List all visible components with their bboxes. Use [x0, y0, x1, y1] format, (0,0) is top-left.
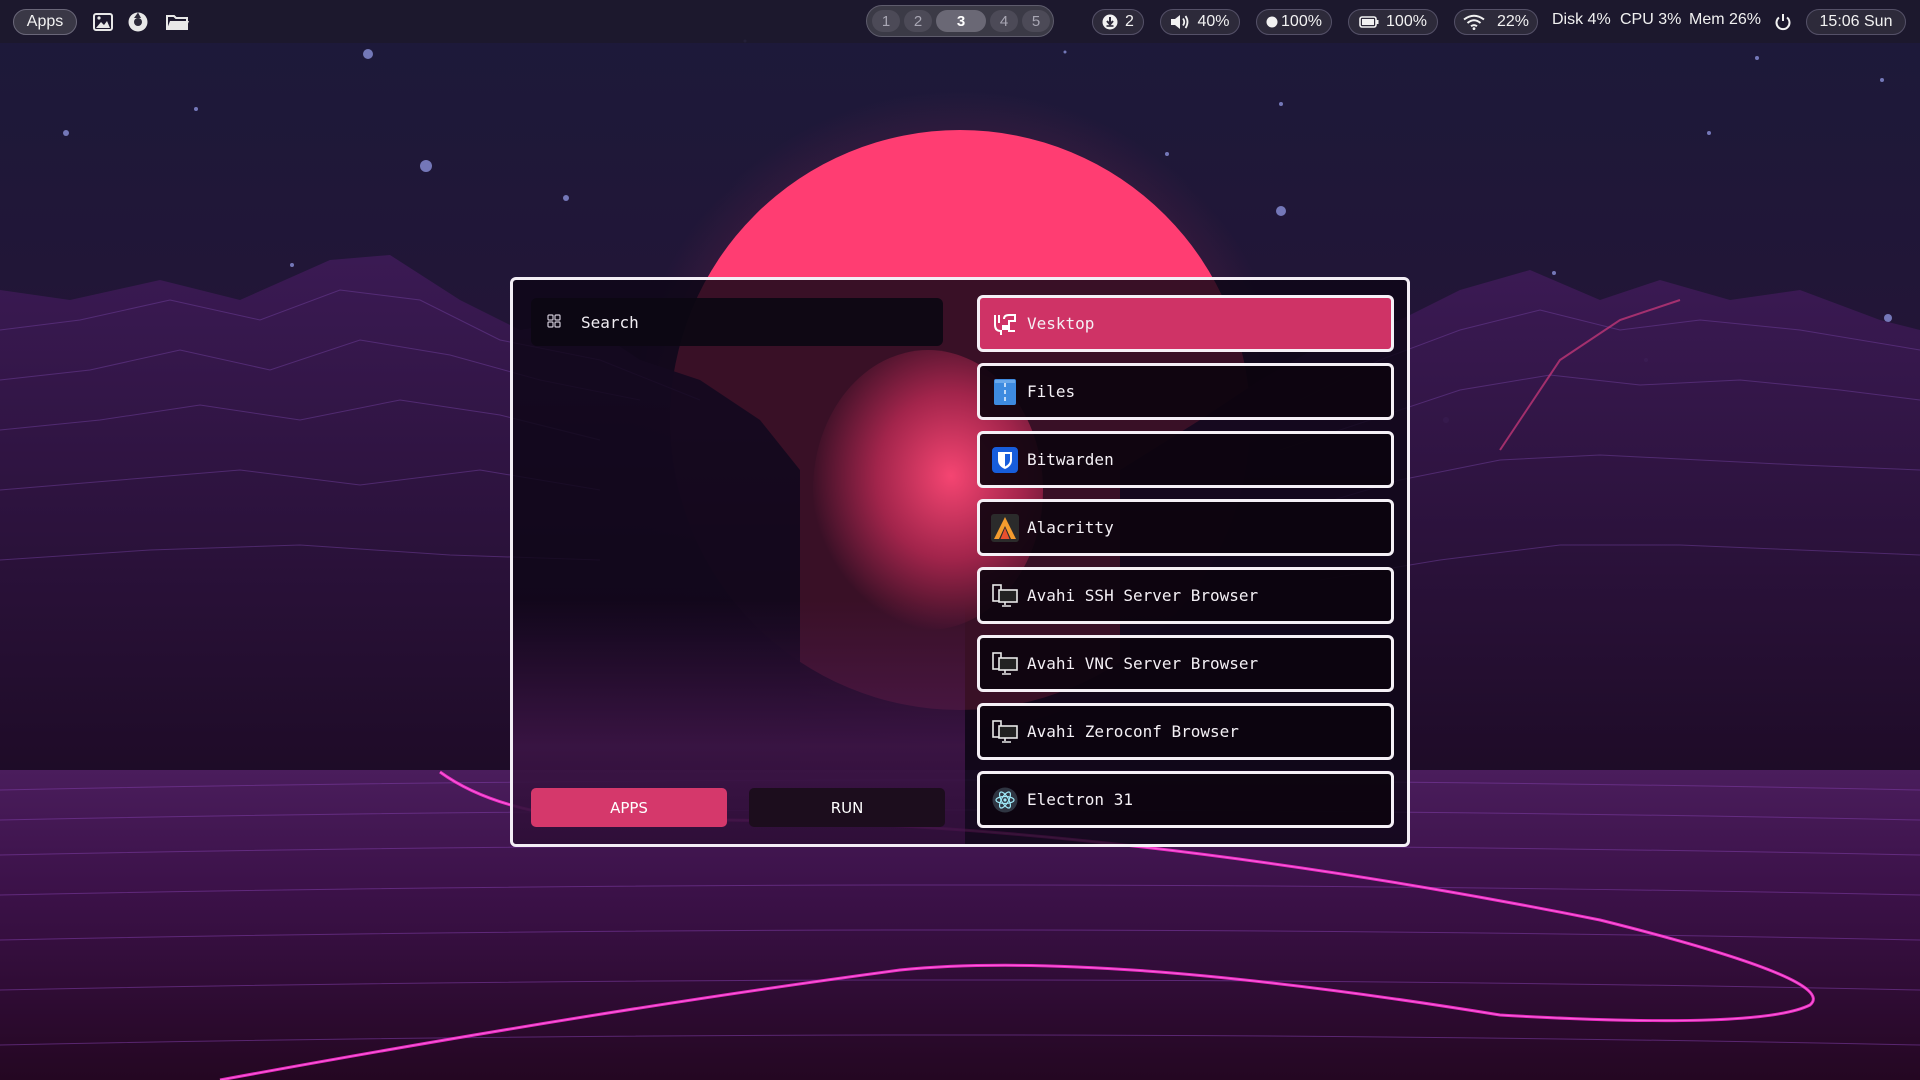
electron-icon: [991, 786, 1019, 814]
bitwarden-icon: [991, 446, 1019, 474]
network-computer-icon: [991, 650, 1019, 678]
wifi-icon: [1463, 14, 1485, 30]
result-avahi-zeroconf[interactable]: Avahi Zeroconf Browser: [977, 703, 1394, 760]
clock-label: 15:06 Sun: [1819, 13, 1893, 30]
wifi-indicator[interactable]: 22%: [1454, 9, 1538, 35]
files-icon: [991, 378, 1019, 406]
grid-icon: [547, 314, 563, 330]
result-label: Bitwarden: [1027, 450, 1114, 469]
search-placeholder: Search: [581, 312, 639, 332]
folder-icon[interactable]: [165, 9, 191, 35]
volume-icon: [1171, 15, 1189, 29]
alacritty-icon: [991, 513, 1019, 542]
wifi-value: 22%: [1496, 13, 1530, 30]
network-computer-icon: [991, 718, 1019, 746]
workspace-switcher: 1 2 3 4 5: [866, 5, 1054, 37]
vesktop-icon: [991, 310, 1019, 338]
result-label: Files: [1027, 382, 1076, 401]
result-label: Vesktop: [1027, 314, 1095, 333]
workspace-4-label: 4: [999, 12, 1009, 30]
result-label: Avahi VNC Server Browser: [1027, 654, 1259, 673]
launcher-left-panel: Search APPS RUN: [513, 280, 1043, 844]
top-bar: Apps 1 2 3 4 5 2 40% 100% 100% 22% Disk …: [0, 0, 1920, 43]
volume-value: 40%: [1197, 13, 1230, 30]
download-icon: [1102, 14, 1118, 30]
result-avahi-vnc[interactable]: Avahi VNC Server Browser: [977, 635, 1394, 692]
tab-apps-label: APPS: [610, 798, 648, 817]
updates-count: 2: [1125, 13, 1134, 30]
workspace-5-label: 5: [1031, 12, 1041, 30]
brightness-indicator[interactable]: 100%: [1256, 9, 1332, 35]
clock[interactable]: 15:06 Sun: [1806, 9, 1906, 35]
apps-button-label: Apps: [26, 13, 64, 30]
workspace-4[interactable]: 4: [990, 10, 1018, 32]
workspace-1[interactable]: 1: [872, 10, 900, 32]
updates-indicator[interactable]: 2: [1092, 9, 1144, 35]
tab-run-label: RUN: [830, 798, 864, 817]
cpu-usage: CPU 3%: [1620, 11, 1682, 28]
result-label: Avahi SSH Server Browser: [1027, 586, 1259, 605]
workspace-1-label: 1: [881, 12, 891, 30]
battery-indicator[interactable]: 100%: [1348, 9, 1438, 35]
result-label: Electron 31: [1027, 790, 1133, 809]
camera-icon[interactable]: [125, 9, 151, 35]
image-icon[interactable]: [90, 9, 116, 35]
result-avahi-ssh[interactable]: Avahi SSH Server Browser: [977, 567, 1394, 624]
battery-icon: [1359, 16, 1379, 28]
search-input[interactable]: Search: [531, 298, 943, 346]
result-files[interactable]: Files: [977, 363, 1394, 420]
result-label: Alacritty: [1027, 518, 1114, 537]
brightness-value: 100%: [1281, 13, 1322, 30]
result-vesktop[interactable]: Vesktop: [977, 295, 1394, 352]
tab-apps[interactable]: APPS: [531, 788, 727, 827]
workspace-2[interactable]: 2: [904, 10, 932, 32]
volume-indicator[interactable]: 40%: [1160, 9, 1240, 35]
app-launcher: Search APPS RUN Vesktop Files Bitwarden …: [510, 277, 1410, 847]
result-alacritty[interactable]: Alacritty: [977, 499, 1394, 556]
workspace-2-label: 2: [913, 12, 923, 30]
power-icon[interactable]: [1770, 9, 1796, 35]
disk-usage: Disk 4%: [1552, 11, 1611, 28]
workspace-5[interactable]: 5: [1022, 10, 1050, 32]
tab-run[interactable]: RUN: [749, 788, 945, 827]
network-computer-icon: [991, 582, 1019, 610]
battery-value: 100%: [1386, 13, 1427, 30]
result-electron[interactable]: Electron 31: [977, 771, 1394, 828]
apps-button[interactable]: Apps: [13, 9, 77, 35]
brightness-icon: [1266, 16, 1278, 28]
result-bitwarden[interactable]: Bitwarden: [977, 431, 1394, 488]
result-label: Avahi Zeroconf Browser: [1027, 722, 1239, 741]
workspace-3[interactable]: 3: [936, 10, 986, 32]
workspace-3-label: 3: [956, 12, 966, 30]
memory-usage: Mem 26%: [1689, 11, 1762, 28]
